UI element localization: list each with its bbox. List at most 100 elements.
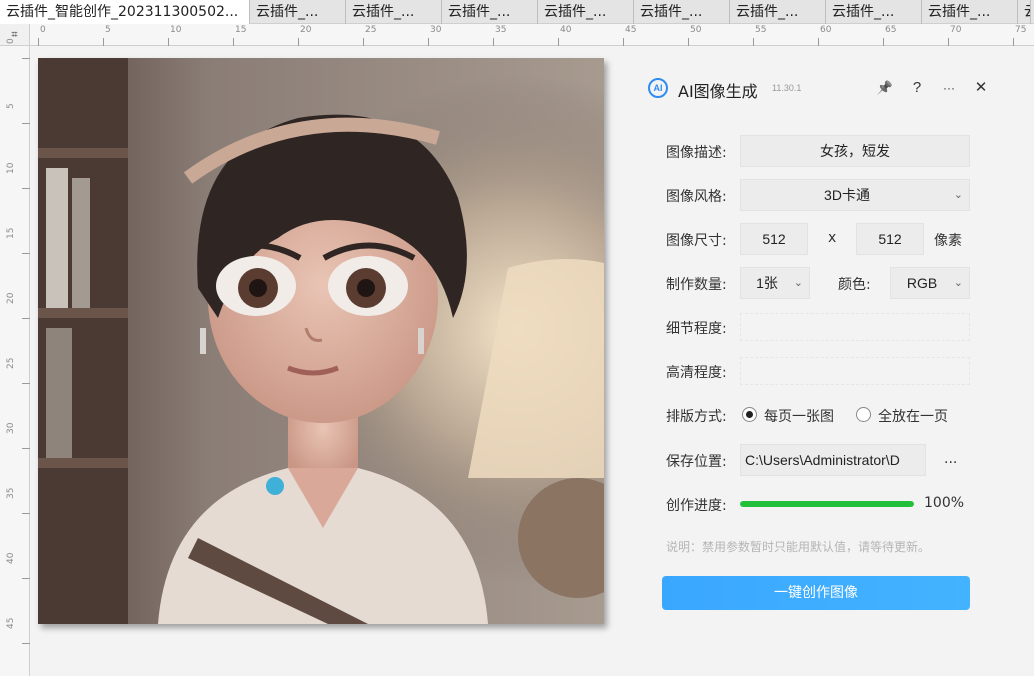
ruler-tick-label: 60 [820, 25, 832, 35]
layout-radio-all-in-one[interactable] [856, 407, 871, 422]
ruler-tick: 70 [948, 24, 961, 46]
detail-slider-disabled [740, 313, 970, 341]
layout-radio-one-per-page[interactable] [742, 407, 757, 422]
ruler-tick-label: 5 [105, 25, 111, 35]
save-path-input[interactable]: C:\Users\Administrator\D [740, 444, 926, 476]
style-label: 图像风格: [666, 189, 727, 205]
ruler-tick-label: 5 [6, 103, 16, 109]
document-tab[interactable]: 云插件_... [826, 0, 922, 24]
ai-image-panel: AI AI图像生成 11.30.1 📌 ? ··· ✕ 图像描述: 女孩，短发 … [640, 60, 1020, 650]
layout-option-all-in-one[interactable]: 全放在一页 [878, 406, 948, 426]
close-icon[interactable]: ✕ [970, 76, 992, 100]
row-description: 图像描述: 女孩，短发 [666, 135, 1006, 167]
document-tab-strip: 云插件_智能创作_202311300502... 云插件_... 云插件_...… [0, 0, 1034, 24]
ruler-tick: 0 [0, 38, 30, 59]
horizontal-ruler[interactable]: 0 5 10 15 20 25 30 35 40 45 50 55 60 65 70 75 [30, 24, 1034, 46]
clarity-slider-disabled [740, 357, 970, 385]
ruler-tick: 15 [233, 24, 246, 46]
clarity-label: 高清程度: [666, 365, 727, 381]
ruler-tick: 20 [0, 293, 30, 319]
ruler-tick: 60 [818, 24, 831, 46]
ruler-tick-label: 10 [170, 25, 182, 35]
ruler-tick-label: 20 [6, 292, 16, 304]
ruler-tick: 30 [0, 423, 30, 449]
size-label: 图像尺寸: [666, 233, 727, 249]
ruler-tick: 35 [493, 24, 506, 46]
create-image-button[interactable]: 一键创作图像 [662, 576, 970, 610]
ruler-tick: 50 [688, 24, 701, 46]
style-value: 3D卡通 [824, 187, 870, 203]
ruler-tick-label: 10 [6, 162, 16, 174]
ruler-tick-label: 35 [6, 487, 16, 499]
row-count-color: 制作数量: 1张 ⌄ 颜色: RGB ⌄ [666, 267, 1006, 299]
panel-note: 说明：禁用参数暂时只能用默认值，请等待更新。 [666, 540, 931, 554]
ruler-tick-label: 0 [40, 25, 46, 35]
ruler-tick-label: 40 [560, 25, 572, 35]
ruler-tick: 15 [0, 228, 30, 254]
generated-image[interactable] [38, 58, 604, 624]
description-input[interactable]: 女孩，短发 [740, 135, 970, 167]
progress-label: 创作进度: [666, 498, 727, 514]
document-tab[interactable]: 云插件_... [922, 0, 1018, 24]
ruler-tick: 40 [558, 24, 571, 46]
document-tab-active[interactable]: 云插件_智能创作_202311300502... [0, 0, 250, 24]
row-size: 图像尺寸: 512 x 512 像素 [666, 223, 1006, 255]
row-clarity: 高清程度: [666, 355, 1006, 387]
ruler-tick: 20 [298, 24, 311, 46]
width-input[interactable]: 512 [740, 223, 808, 255]
document-tab[interactable]: 云插件_... [250, 0, 346, 24]
ruler-tick: 35 [0, 488, 30, 514]
help-icon[interactable]: ? [906, 76, 928, 100]
generated-portrait-illustration [38, 58, 604, 624]
panel-version: 11.30.1 [772, 83, 802, 93]
ruler-tick: 30 [428, 24, 441, 46]
document-tab[interactable]: 云插件_... [346, 0, 442, 24]
progress-bar [740, 501, 914, 507]
ruler-tick-label: 45 [625, 25, 637, 35]
row-detail: 细节程度: [666, 311, 1006, 343]
ruler-tick: 25 [363, 24, 376, 46]
detail-label: 细节程度: [666, 321, 727, 337]
save-label: 保存位置: [666, 454, 727, 470]
ruler-tick: 10 [168, 24, 181, 46]
ai-logo-icon: AI [648, 78, 668, 98]
ruler-tick-label: 15 [6, 227, 16, 239]
ruler-tick-label: 15 [235, 25, 247, 35]
panel-title: AI图像生成 [678, 82, 758, 101]
color-value: RGB [906, 275, 938, 291]
ruler-tick: 5 [103, 24, 111, 46]
height-input[interactable]: 512 [856, 223, 924, 255]
row-save: 保存位置: C:\Users\Administrator\D ... [666, 444, 1006, 476]
ruler-tick-label: 55 [755, 25, 767, 35]
ruler-tick-label: 45 [6, 617, 16, 629]
color-select[interactable]: RGB ⌄ [890, 267, 970, 299]
document-tab[interactable]: 云插件_... [634, 0, 730, 24]
vertical-ruler[interactable]: 0 5 10 15 20 25 30 35 40 45 [0, 38, 30, 676]
browse-button[interactable]: ... [944, 451, 957, 467]
document-tab[interactable]: 云插件_... [442, 0, 538, 24]
ruler-tick: 55 [753, 24, 766, 46]
ruler-tick: 25 [0, 358, 30, 384]
ruler-tick-label: 20 [300, 25, 312, 35]
pin-icon[interactable]: 📌 [874, 76, 896, 100]
ruler-tick: 45 [0, 618, 30, 644]
ruler-tick-label: 25 [6, 357, 16, 369]
ruler-tick: 5 [0, 103, 30, 124]
progress-percent: 100% [924, 495, 965, 511]
layout-label: 排版方式: [666, 409, 727, 425]
ruler-tick-label: 30 [6, 422, 16, 434]
ruler-tick-label: 30 [430, 25, 442, 35]
document-tab[interactable]: 云插件_... [730, 0, 826, 24]
ruler-tick-label: 40 [6, 552, 16, 564]
ruler-tick: 40 [0, 553, 30, 579]
ruler-tick-label: 0 [6, 38, 16, 44]
document-tab[interactable]: 云插件_... [1018, 0, 1031, 24]
layout-option-one-per-page[interactable]: 每页一张图 [764, 406, 834, 426]
ruler-tick-label: 50 [690, 25, 702, 35]
style-select[interactable]: 3D卡通 ⌄ [740, 179, 970, 211]
ruler-tick: 10 [0, 163, 30, 189]
count-select[interactable]: 1张 ⌄ [740, 267, 810, 299]
more-icon[interactable]: ··· [938, 76, 960, 100]
ruler-tick-label: 75 [1015, 25, 1027, 35]
document-tab[interactable]: 云插件_... [538, 0, 634, 24]
